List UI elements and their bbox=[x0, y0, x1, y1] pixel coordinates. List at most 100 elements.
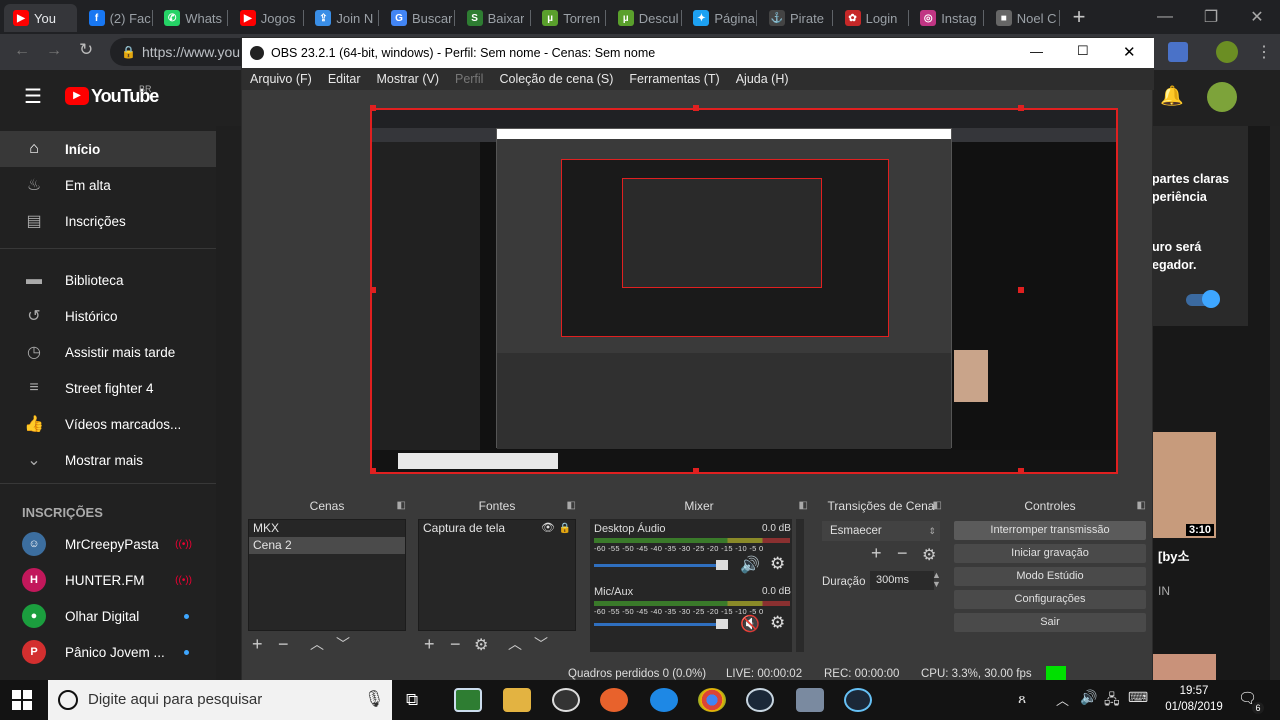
add-transition-icon[interactable]: + bbox=[871, 543, 882, 564]
lock-icon[interactable]: 🔒 bbox=[559, 520, 571, 537]
resize-handle[interactable] bbox=[370, 287, 376, 293]
scenes-list[interactable]: MKX Cena 2 bbox=[248, 519, 406, 631]
account-avatar[interactable] bbox=[1207, 82, 1237, 112]
new-tab-button[interactable]: + bbox=[1066, 6, 1092, 30]
translate-extension-icon[interactable] bbox=[1168, 42, 1188, 62]
volume-icon[interactable]: 🔊 bbox=[1080, 689, 1097, 706]
obs-menu-item[interactable]: Arquivo (F) bbox=[250, 72, 312, 86]
volume-slider-track[interactable] bbox=[594, 623, 728, 626]
mixer-gear-icon[interactable]: ⚙ bbox=[770, 613, 785, 633]
resize-handle[interactable] bbox=[693, 468, 699, 474]
dock-float-icon[interactable]: ◧ bbox=[1137, 495, 1146, 517]
sidebar-item[interactable]: ▬ Biblioteca bbox=[0, 262, 216, 298]
people-icon[interactable]: ጸ bbox=[1018, 690, 1026, 707]
obs-taskbar-icon[interactable] bbox=[552, 688, 580, 712]
transition-gear-icon[interactable]: ⚙ bbox=[922, 545, 936, 565]
subscription-item[interactable]: P Pânico Jovem ... bbox=[0, 634, 216, 670]
youtube-logo-icon[interactable]: ▶ bbox=[65, 87, 89, 105]
mixer-scrollbar[interactable] bbox=[796, 519, 804, 652]
move-down-icon[interactable]: ﹀ bbox=[534, 634, 548, 654]
profile-avatar[interactable] bbox=[1216, 41, 1238, 63]
browser-tab[interactable]: ✆ Whats bbox=[155, 4, 229, 32]
network-icon[interactable]: 🖧 bbox=[1104, 689, 1120, 713]
toggle-knob[interactable] bbox=[1202, 290, 1220, 308]
tray-chevron-icon[interactable]: ︿ bbox=[1056, 690, 1069, 709]
stop-streaming-button[interactable]: Interromper transmissão bbox=[954, 521, 1146, 540]
forward-arrow-icon[interactable]: → bbox=[46, 42, 62, 60]
speaker-muted-icon[interactable]: 🔇 bbox=[740, 614, 760, 634]
obs-maximize-button[interactable]: ☐ bbox=[1077, 43, 1089, 59]
chrome-taskbar-icon[interactable] bbox=[698, 688, 726, 712]
notifications-bell-icon[interactable]: 🔔 bbox=[1160, 84, 1184, 108]
page-scrollbar[interactable] bbox=[1270, 126, 1280, 686]
remove-source-icon[interactable]: − bbox=[450, 634, 461, 655]
sidebar-item[interactable]: 👍 Vídeos marcados... bbox=[0, 406, 216, 442]
photos-app-icon[interactable] bbox=[454, 688, 482, 712]
sidebar-item[interactable]: ≡ Street fighter 4 bbox=[0, 370, 216, 406]
speaker-icon[interactable]: 🔊 bbox=[740, 555, 760, 575]
exit-button[interactable]: Sair bbox=[954, 613, 1146, 632]
video-thumbnail[interactable]: 3:10 bbox=[1152, 432, 1216, 538]
resize-handle[interactable] bbox=[693, 105, 699, 111]
subscription-item[interactable]: ☺ MrCreepyPasta ((•)) bbox=[0, 526, 216, 562]
hamburger-menu-icon[interactable]: ☰ bbox=[24, 84, 42, 109]
resize-handle[interactable] bbox=[1018, 468, 1024, 474]
file-explorer-icon[interactable] bbox=[503, 688, 531, 712]
source-properties-gear-icon[interactable]: ⚙ bbox=[474, 635, 488, 655]
close-browser-button[interactable]: ✕ bbox=[1234, 0, 1280, 34]
minimize-browser-button[interactable]: — bbox=[1142, 0, 1188, 34]
dock-float-icon[interactable]: ◧ bbox=[567, 495, 576, 517]
obs-close-button[interactable]: ✕ bbox=[1123, 43, 1136, 61]
dock-float-icon[interactable]: ◧ bbox=[933, 495, 942, 517]
browser-tab[interactable]: f (2) Fac bbox=[80, 4, 153, 32]
browser-tab[interactable]: ▶ Jogos bbox=[231, 4, 304, 32]
obs-title-bar[interactable]: OBS 23.2.1 (64-bit, windows) - Perfil: S… bbox=[242, 38, 1154, 68]
resize-handle[interactable] bbox=[1018, 287, 1024, 293]
obs-menu-item[interactable]: Ajuda (H) bbox=[736, 72, 789, 86]
mixer-gear-icon[interactable]: ⚙ bbox=[770, 554, 785, 574]
browser-tab[interactable]: ▶ You bbox=[4, 4, 77, 32]
obs-menu-item[interactable]: Ferramentas (T) bbox=[629, 72, 719, 86]
source-item[interactable]: Captura de tela 👁 🔒 bbox=[419, 520, 575, 537]
scene-item[interactable]: MKX bbox=[249, 520, 405, 537]
media-player-icon[interactable] bbox=[600, 688, 628, 712]
browser-tab[interactable]: µ Descul bbox=[609, 4, 682, 32]
transition-select[interactable]: Esmaecer ⇕ bbox=[822, 521, 940, 541]
keyboard-icon[interactable]: ⌨ bbox=[1128, 689, 1148, 706]
taskbar-search-box[interactable]: Digite aqui para pesquisar 🎙 bbox=[48, 680, 392, 720]
sidebar-item[interactable]: ⌂ Início bbox=[0, 131, 216, 167]
volume-slider-handle[interactable] bbox=[716, 560, 728, 570]
browser-tab[interactable]: µ Torren bbox=[533, 4, 607, 32]
resize-handle[interactable] bbox=[370, 468, 376, 474]
sidebar-item[interactable]: ◷ Assistir mais tarde bbox=[0, 334, 216, 370]
sidebar-item[interactable]: ▤ Inscrições bbox=[0, 203, 216, 239]
duration-input[interactable]: 300ms bbox=[870, 571, 934, 590]
remove-scene-icon[interactable]: − bbox=[278, 634, 289, 655]
add-scene-icon[interactable]: + bbox=[252, 634, 263, 655]
sidebar-item[interactable]: ↺ Histórico bbox=[0, 298, 216, 334]
chrome-menu-icon[interactable]: ⋮ bbox=[1256, 42, 1272, 62]
move-up-icon[interactable]: ︿ bbox=[310, 634, 324, 654]
taskbar-clock[interactable]: 19:57 01/08/2019 bbox=[1162, 683, 1226, 715]
reload-icon[interactable]: ↻ bbox=[79, 40, 93, 60]
browser-tab[interactable]: ✦ Página bbox=[684, 4, 758, 32]
duration-spinner[interactable]: ▲ ▼ bbox=[932, 571, 941, 589]
app-window-icon[interactable] bbox=[796, 688, 824, 712]
obs-minimize-button[interactable]: — bbox=[1030, 44, 1043, 59]
task-view-icon[interactable]: ⧉ bbox=[406, 690, 418, 710]
browser-tab[interactable]: G Buscar bbox=[382, 4, 455, 32]
microphone-icon[interactable]: 🎙 bbox=[364, 680, 384, 720]
browser-tab[interactable]: ◎ Instag bbox=[911, 4, 985, 32]
windows-start-icon[interactable] bbox=[12, 690, 32, 710]
settings-button[interactable]: Configurações bbox=[954, 590, 1146, 609]
video-title[interactable]: [by소 bbox=[1158, 546, 1189, 565]
resize-handle[interactable] bbox=[1018, 105, 1024, 111]
remove-transition-icon[interactable]: − bbox=[897, 543, 908, 564]
subscription-item[interactable]: ● Olhar Digital bbox=[0, 598, 216, 634]
browser-tab[interactable]: ■ Noel C bbox=[987, 4, 1060, 32]
visibility-eye-icon[interactable]: 👁 bbox=[541, 520, 555, 537]
browser-tab[interactable]: ⚓ Pirate bbox=[760, 4, 833, 32]
back-arrow-icon[interactable]: ← bbox=[14, 42, 30, 60]
obs-menu-item[interactable]: Editar bbox=[328, 72, 361, 86]
studio-mode-button[interactable]: Modo Estúdio bbox=[954, 567, 1146, 586]
